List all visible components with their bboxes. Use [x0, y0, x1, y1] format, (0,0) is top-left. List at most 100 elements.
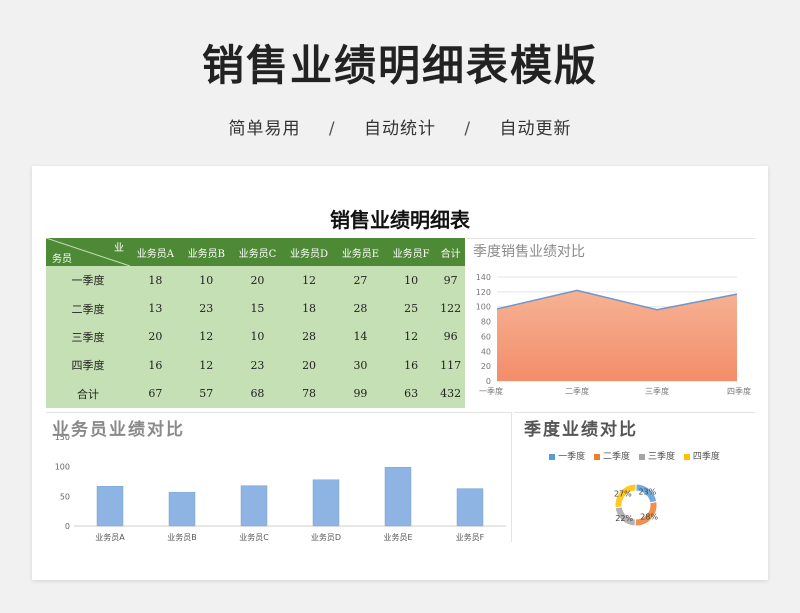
column-header[interactable]: 业务员B [180, 238, 232, 266]
data-label: 28% [640, 513, 658, 522]
y-tick-label: 100 [55, 463, 70, 472]
hero-title: 销售业绩明细表模版 [201, 41, 598, 90]
data-label: 23% [638, 488, 656, 497]
table-cell[interactable]: 117 [436, 351, 465, 380]
table-row-total: 合计 67 57 68 78 99 63 432 [46, 379, 465, 408]
salesperson-bar-chart-panel[interactable]: 业务员业绩对比 0 50 100 150 业务员A 业务员B 业务员C 业务员D 业务员E 业务员… [46, 412, 512, 542]
column-header[interactable]: 业务员C [231, 238, 284, 266]
table-header-row: 业 务员 业务员A 业务员B 业务员C 业务员D 业务员E 业务员F 合计 [46, 238, 465, 266]
y-tick-label: 120 [476, 288, 491, 297]
table-cell[interactable]: 20 [283, 351, 335, 380]
table-cell[interactable]: 10 [180, 266, 232, 295]
legend-label: 一季度 [558, 452, 586, 462]
x-tick-label: 业务员E [383, 532, 412, 542]
table-cell[interactable]: 14 [335, 322, 386, 352]
table-cell[interactable]: 12 [180, 322, 232, 352]
row-label[interactable]: 二季度 [46, 294, 130, 323]
row-label[interactable]: 一季度 [46, 266, 130, 295]
x-tick-label: 一季度 [479, 386, 503, 396]
chart-legend: 一季度 二季度 三季度 四季度 [514, 449, 755, 462]
bar [168, 491, 196, 527]
spreadsheet-card: 销售业绩明细表 业 务员 业务员A 业务员B 业务员C 业务员D 业务员E 业务… [32, 166, 768, 580]
separator: / [328, 119, 336, 139]
table-cell[interactable]: 23 [231, 351, 284, 380]
x-tick-label: 二季度 [565, 386, 589, 396]
y-tick-label: 100 [476, 303, 491, 312]
column-header[interactable]: 业务员A [130, 238, 181, 266]
column-header[interactable]: 业务员F [385, 238, 437, 266]
column-header[interactable]: 业务员E [335, 238, 386, 266]
bar [456, 488, 484, 527]
y-tick-label: 60 [481, 332, 491, 341]
table-cell[interactable]: 30 [335, 351, 386, 380]
legend-item: 四季度 [683, 449, 720, 462]
table-cell[interactable]: 96 [436, 322, 465, 352]
table-cell[interactable]: 18 [130, 266, 181, 295]
legend-label: 二季度 [603, 452, 631, 462]
x-tick-label: 三季度 [645, 386, 669, 396]
table-corner-cell[interactable]: 业 务员 [46, 238, 130, 266]
row-label[interactable]: 三季度 [46, 322, 130, 352]
bar [312, 479, 340, 527]
y-tick-label: 20 [481, 362, 491, 371]
table-row: 三季度 20 12 10 28 14 12 96 [46, 322, 465, 352]
table-cell[interactable]: 28 [335, 294, 386, 323]
bar [96, 485, 124, 527]
table-cell[interactable]: 27 [335, 266, 386, 295]
corner-label-bottom: 务员 [52, 254, 72, 265]
data-label: 22% [615, 514, 633, 523]
table-row: 四季度 16 12 23 20 30 16 117 [46, 351, 465, 380]
table-cell[interactable]: 63 [385, 379, 437, 408]
chart-title: 业务员业绩对比 [52, 420, 185, 440]
table-cell[interactable]: 20 [231, 266, 284, 295]
row-label[interactable]: 合计 [46, 379, 130, 408]
corner-label-top: 业 [114, 243, 124, 254]
quarter-donut-chart-panel[interactable]: 季度业绩对比 一季度 二季度 三季度 四季度 23% 28% 22% 27% [514, 412, 755, 542]
table-cell[interactable]: 57 [180, 379, 232, 408]
x-tick-label: 业务员B [167, 532, 197, 542]
table-cell[interactable]: 12 [180, 351, 232, 380]
tag-easy: 简单易用 [228, 119, 301, 139]
legend-swatch [594, 453, 601, 460]
data-label: 27% [614, 489, 632, 498]
table-cell[interactable]: 28 [283, 322, 335, 352]
table-cell[interactable]: 16 [385, 351, 437, 380]
legend-swatch [549, 453, 556, 460]
legend-swatch [638, 453, 645, 460]
y-tick-label: 0 [65, 522, 70, 531]
table-cell[interactable]: 432 [436, 379, 465, 408]
y-tick-label: 40 [481, 347, 491, 356]
chart-title: 季度销售业绩对比 [473, 244, 585, 260]
table-row: 一季度 18 10 20 12 27 10 97 [46, 266, 465, 295]
legend-item: 三季度 [638, 449, 675, 462]
table-cell[interactable]: 13 [130, 294, 181, 323]
table-cell[interactable]: 99 [335, 379, 386, 408]
row-label[interactable]: 四季度 [46, 351, 130, 380]
legend-item: 二季度 [594, 449, 630, 462]
bar [384, 467, 412, 527]
table-cell[interactable]: 23 [180, 294, 232, 323]
table-cell[interactable]: 97 [436, 266, 465, 295]
table-cell[interactable]: 20 [130, 322, 181, 352]
table-cell[interactable]: 10 [385, 266, 437, 295]
column-header[interactable]: 业务员D [283, 238, 335, 266]
table-cell[interactable]: 18 [283, 294, 335, 323]
table-cell[interactable]: 25 [385, 294, 437, 323]
table-cell[interactable]: 12 [385, 322, 437, 352]
y-tick-label: 140 [476, 273, 491, 282]
table-cell[interactable]: 12 [283, 266, 335, 295]
table-cell[interactable]: 15 [231, 294, 284, 323]
table-cell[interactable]: 122 [436, 294, 465, 323]
quarter-area-chart-panel[interactable]: 季度销售业绩对比 0 20 40 60 80 100 120 140 一季度 二季度 三季度 四季度 [467, 238, 755, 408]
bar [240, 485, 268, 527]
table-cell[interactable]: 78 [283, 379, 335, 408]
y-tick-label: 80 [481, 318, 491, 327]
table-cell[interactable]: 16 [130, 351, 181, 380]
x-tick-label: 业务员D [311, 532, 341, 542]
table-cell[interactable]: 68 [231, 379, 284, 408]
table-cell[interactable]: 67 [130, 379, 181, 408]
table-cell[interactable]: 10 [231, 322, 284, 352]
column-header[interactable]: 合计 [436, 238, 465, 266]
y-tick-label: 0 [486, 377, 491, 386]
x-tick-label: 四季度 [727, 386, 751, 396]
